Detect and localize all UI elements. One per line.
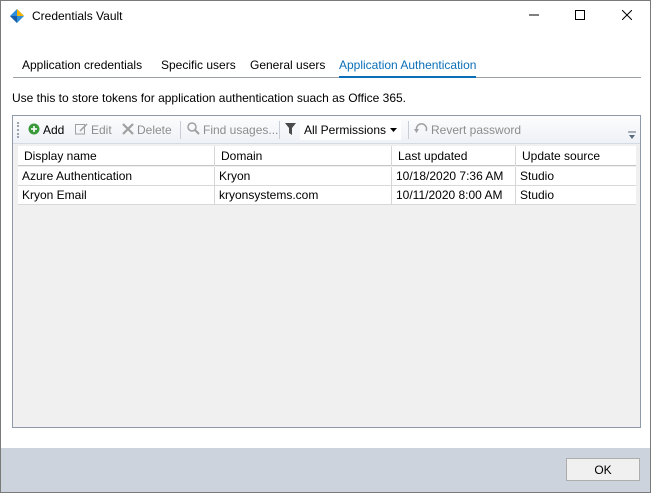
toolbar-separator xyxy=(180,121,181,139)
add-button[interactable]: Add xyxy=(28,122,64,138)
table-row[interactable]: Kryon Email kryonsystems.com 10/11/2020 … xyxy=(18,186,636,205)
revert-icon xyxy=(414,122,428,138)
credentials-vault-window: Credentials Vault Application credential… xyxy=(0,0,651,493)
dialog-footer: OK xyxy=(1,448,650,492)
delete-label: Delete xyxy=(137,123,172,137)
cell-last-updated: 10/18/2020 7:36 AM xyxy=(392,167,516,186)
tab-strip: Application credentials Specific users G… xyxy=(13,55,641,78)
revert-password-label: Revert password xyxy=(431,123,522,137)
cell-update-source: Studio xyxy=(520,169,555,183)
add-icon xyxy=(28,123,40,138)
cell-domain: kryonsystems.com xyxy=(215,186,392,205)
table-header: Display name Domain Last updated Update … xyxy=(18,146,636,166)
revert-password-button[interactable]: Revert password xyxy=(414,122,521,138)
maximize-icon xyxy=(575,9,585,23)
minimize-icon xyxy=(529,9,539,23)
delete-button[interactable]: Delete xyxy=(122,122,172,138)
cell-domain: Kryon xyxy=(215,167,392,186)
permissions-selected-value: All Permissions xyxy=(304,123,387,137)
cell-last-updated: 10/11/2020 8:00 AM xyxy=(392,186,516,205)
ok-button[interactable]: OK xyxy=(566,458,640,481)
tab-application-credentials[interactable]: Application credentials xyxy=(22,55,142,77)
tab-general-users[interactable]: General users xyxy=(250,55,325,77)
page-description: Use this to store tokens for application… xyxy=(12,91,407,105)
cell-update-source: Studio xyxy=(520,188,555,202)
minimize-button[interactable] xyxy=(511,1,557,31)
cell-display-name: Azure Authentication xyxy=(18,167,215,186)
tab-specific-users[interactable]: Specific users xyxy=(161,55,236,77)
toolbar: Add Edit Delete Find usages... All Permi… xyxy=(13,116,640,144)
edit-label: Edit xyxy=(91,123,112,137)
window-title: Credentials Vault xyxy=(32,9,123,23)
toolbar-overflow-icon[interactable] xyxy=(628,129,636,139)
table-row[interactable]: Azure Authentication Kryon 10/18/2020 7:… xyxy=(18,167,636,186)
app-logo-icon xyxy=(10,9,24,23)
tab-application-authentication[interactable]: Application Authentication xyxy=(339,55,477,78)
toolbar-grip-icon[interactable] xyxy=(17,122,19,138)
edit-button[interactable]: Edit xyxy=(75,122,112,138)
search-icon xyxy=(187,122,200,138)
maximize-button[interactable] xyxy=(557,1,603,31)
column-header-display-name[interactable]: Display name xyxy=(18,146,215,166)
delete-icon xyxy=(122,122,134,138)
find-usages-button[interactable]: Find usages... xyxy=(187,122,278,138)
title-bar[interactable]: Credentials Vault xyxy=(1,1,650,31)
close-icon xyxy=(621,9,633,23)
credentials-panel: Add Edit Delete Find usages... All Permi… xyxy=(12,115,641,428)
cell-display-name: Kryon Email xyxy=(18,186,215,205)
column-header-last-updated[interactable]: Last updated xyxy=(392,146,516,166)
filter-icon xyxy=(285,122,296,138)
find-usages-label: Find usages... xyxy=(203,123,279,137)
toolbar-separator xyxy=(279,121,280,139)
column-header-update-source[interactable]: Update source xyxy=(516,146,636,166)
filter-button[interactable] xyxy=(285,122,296,138)
chevron-down-icon[interactable] xyxy=(387,123,399,137)
toolbar-separator xyxy=(408,121,409,139)
permissions-dropdown[interactable]: All Permissions xyxy=(300,120,401,140)
column-header-domain[interactable]: Domain xyxy=(215,146,392,166)
close-button[interactable] xyxy=(604,1,650,31)
edit-icon xyxy=(75,122,88,138)
add-label: Add xyxy=(43,123,65,137)
